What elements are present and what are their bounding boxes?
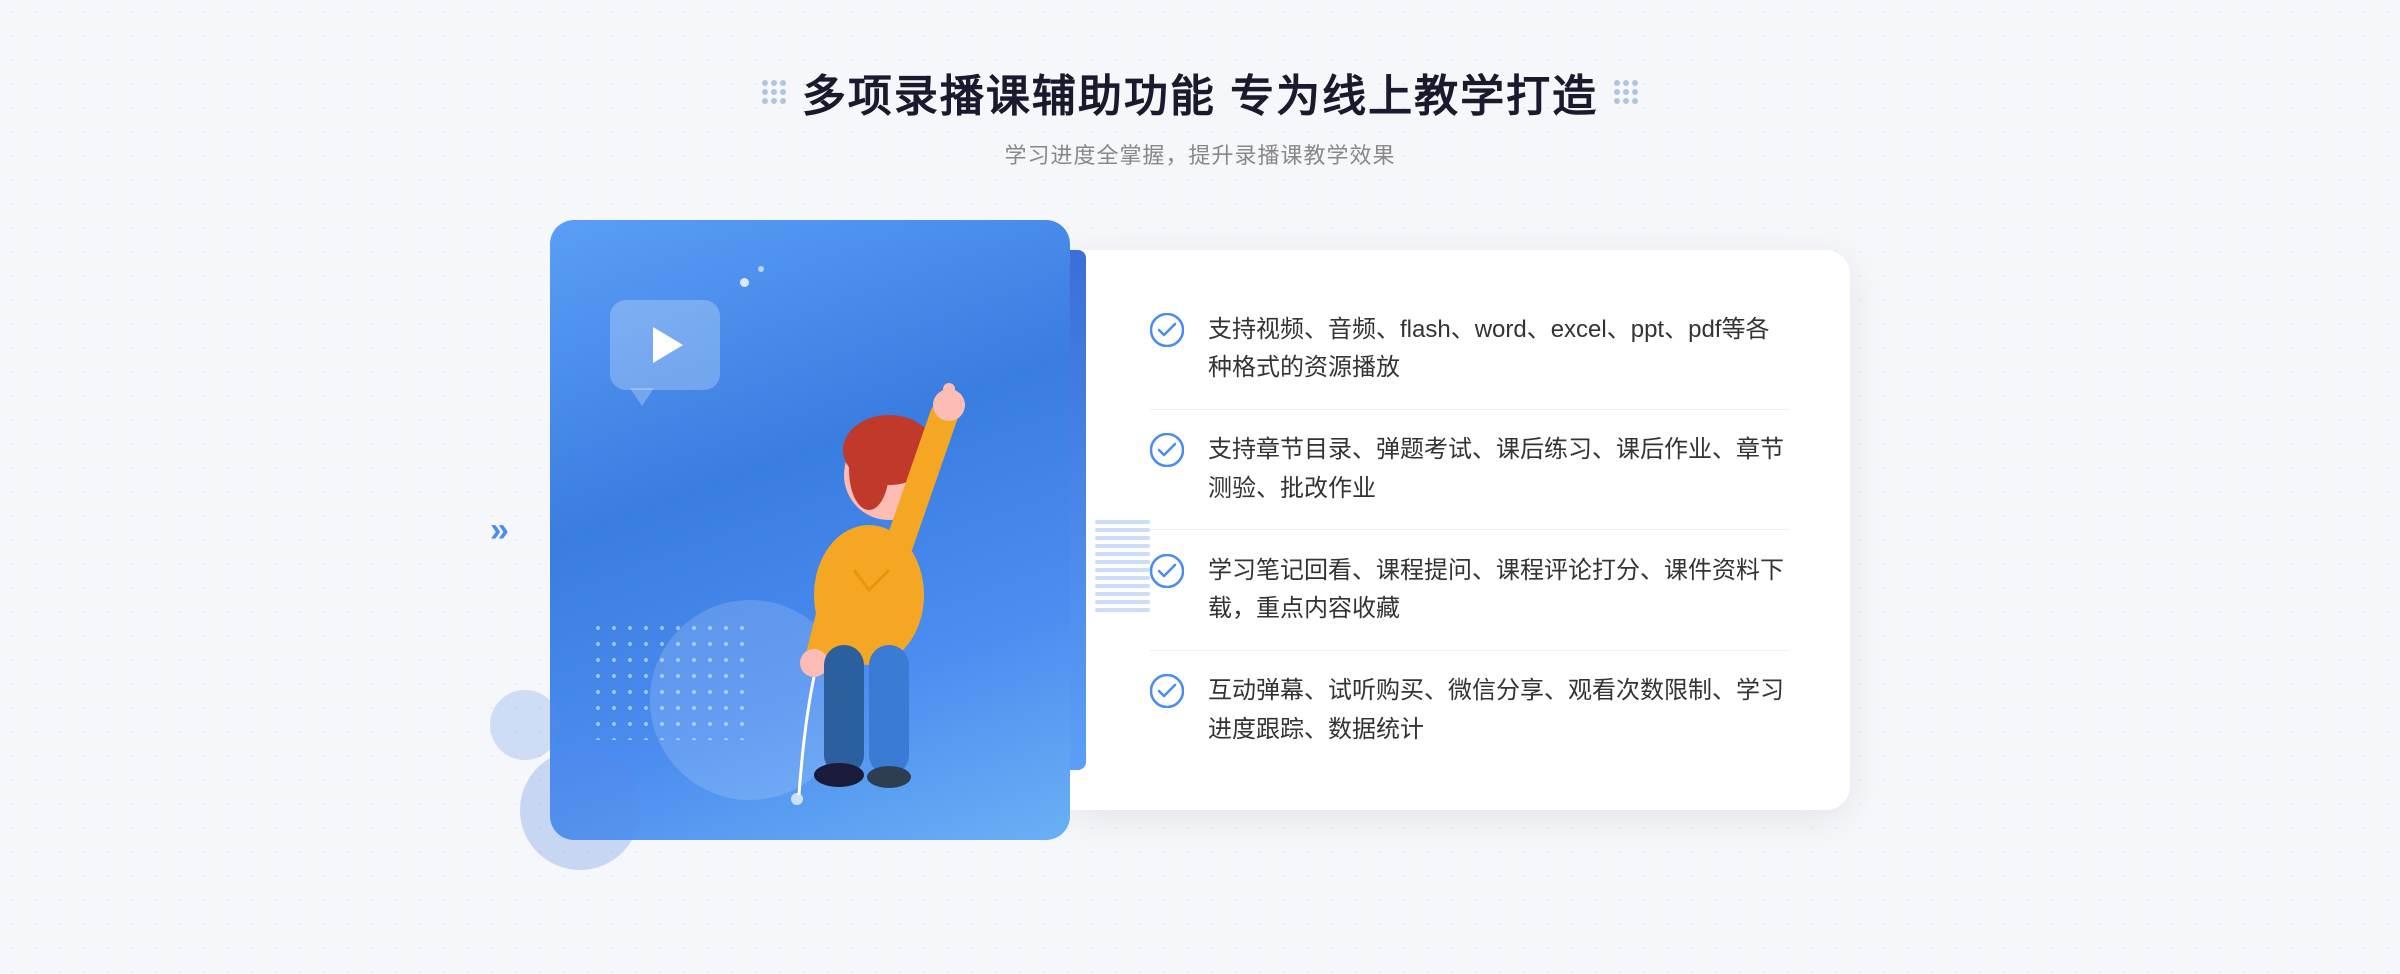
illustration-card <box>550 220 1070 840</box>
chevron-left-icon[interactable]: » <box>490 511 509 549</box>
feature-text-4: 互动弹幕、试听购买、微信分享、观看次数限制、学习进度跟踪、数据统计 <box>1208 672 1790 749</box>
feature-item-3: 学习笔记回看、课程提问、课程评论打分、课件资料下载，重点内容收藏 <box>1150 552 1790 629</box>
accent-bar <box>1070 250 1086 770</box>
check-icon-4 <box>1150 674 1184 708</box>
person-illustration <box>714 275 1034 840</box>
divider-3 <box>1150 650 1790 651</box>
feature-item-4: 互动弹幕、试听购买、微信分享、观看次数限制、学习进度跟踪、数据统计 <box>1150 672 1790 749</box>
blob-circle-large <box>520 750 640 870</box>
features-panel: 支持视频、音频、flash、word、excel、ppt、pdf等各种格式的资源… <box>1070 250 1850 810</box>
feature-item-2: 支持章节目录、弹题考试、课后练习、课后作业、章节测验、批改作业 <box>1150 431 1790 508</box>
content-area: » <box>500 220 1900 840</box>
stripe-decoration <box>1095 520 1150 620</box>
page-subtitle: 学习进度全掌握，提升录播课教学效果 <box>762 138 1638 170</box>
divider-1 <box>1150 409 1790 410</box>
feature-item-1: 支持视频、音频、flash、word、excel、ppt、pdf等各种格式的资源… <box>1150 311 1790 388</box>
play-bubble <box>610 300 720 390</box>
check-icon-3 <box>1150 554 1184 588</box>
dot-grid-left <box>762 80 786 104</box>
dot-grid-right <box>1614 80 1638 104</box>
page-wrapper: 多项录播课辅助功能 专为线上教学打造 学习进度全掌握，提升录播课教学效果 » <box>0 0 2400 974</box>
check-icon-2 <box>1150 433 1184 467</box>
play-icon <box>653 327 683 363</box>
feature-text-3: 学习笔记回看、课程提问、课程评论打分、课件资料下载，重点内容收藏 <box>1208 552 1790 629</box>
header-section: 多项录播课辅助功能 专为线上教学打造 学习进度全掌握，提升录播课教学效果 <box>762 60 1638 170</box>
divider-2 <box>1150 529 1790 530</box>
check-icon-1 <box>1150 313 1184 347</box>
feature-text-2: 支持章节目录、弹题考试、课后练习、课后作业、章节测验、批改作业 <box>1208 431 1790 508</box>
decorative-dots-right <box>1614 80 1638 104</box>
feature-text-1: 支持视频、音频、flash、word、excel、ppt、pdf等各种格式的资源… <box>1208 311 1790 388</box>
blob-circle-small <box>490 690 560 760</box>
decorative-dots-left <box>762 80 786 104</box>
header-title-row: 多项录播课辅助功能 专为线上教学打造 <box>762 60 1638 124</box>
page-title: 多项录播课辅助功能 专为线上教学打造 <box>802 60 1598 124</box>
